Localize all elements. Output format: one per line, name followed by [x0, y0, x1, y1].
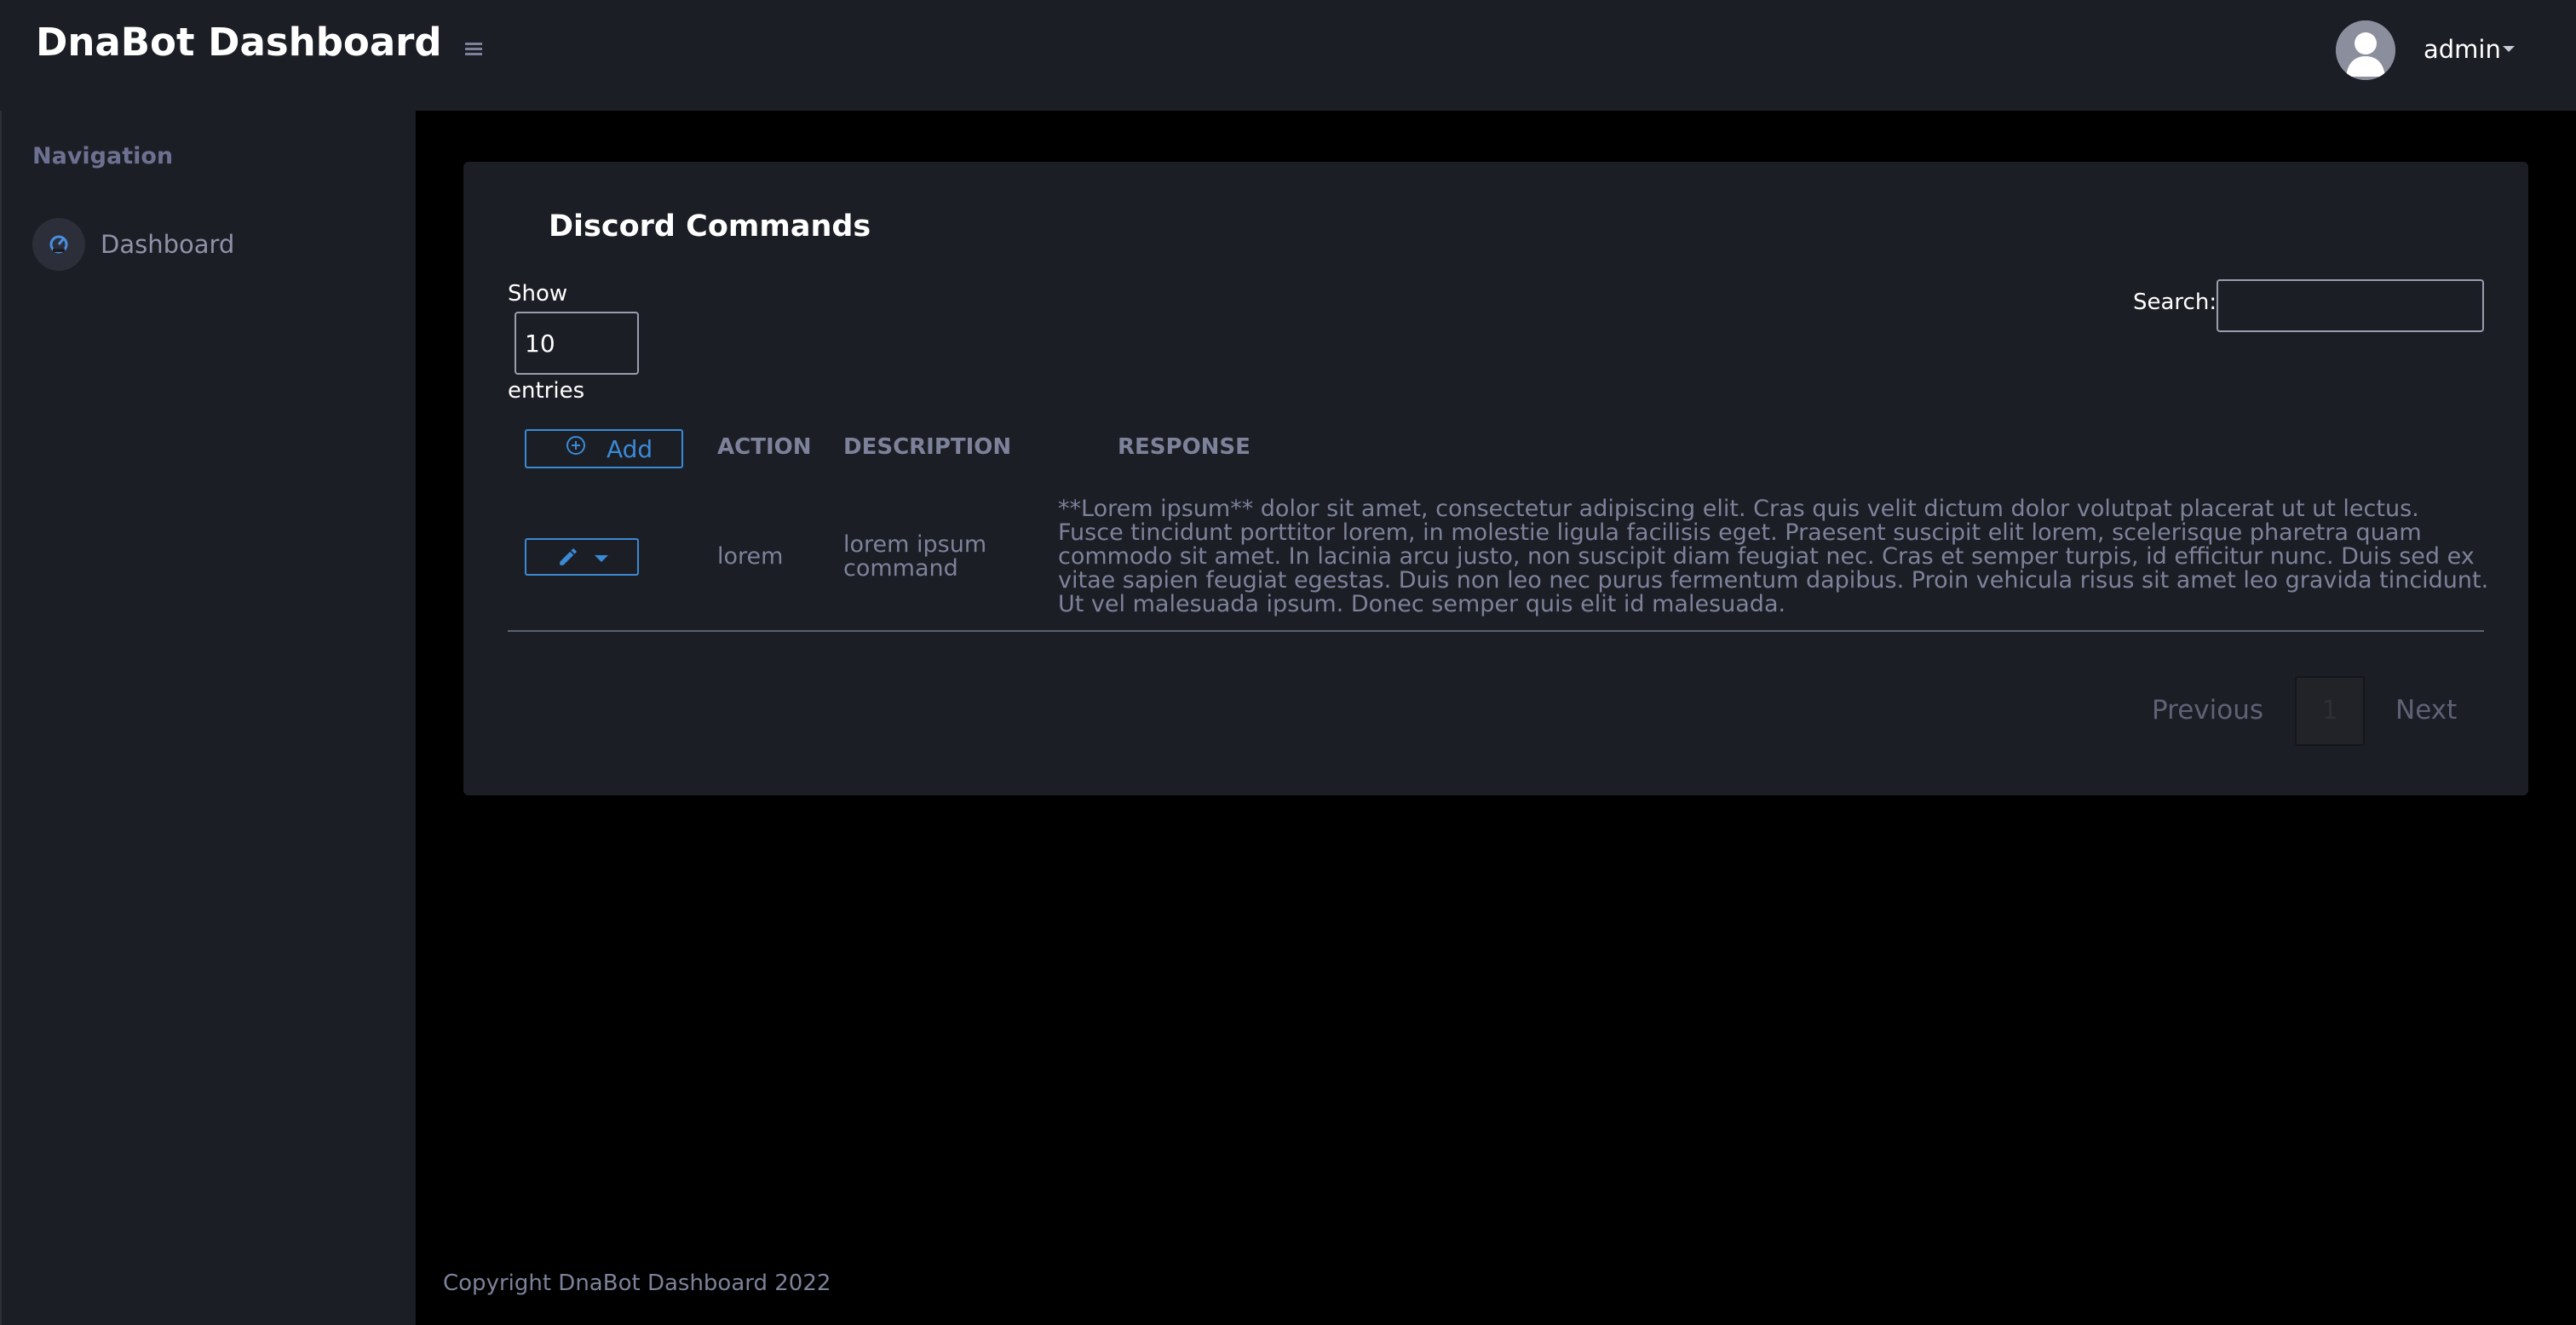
- card-title: Discord Commands: [549, 209, 871, 244]
- cell-response: **Lorem ipsum** dolor sit amet, consecte…: [1058, 496, 2489, 617]
- user-menu[interactable]: admin: [2336, 20, 2523, 80]
- cell-action: lorem: [717, 543, 784, 570]
- sidebar: Navigation Dashboard: [0, 111, 416, 1325]
- search-label: Search:: [2133, 290, 2217, 315]
- pagination-previous[interactable]: Previous: [2152, 695, 2263, 726]
- sidebar-item-dashboard[interactable]: Dashboard: [32, 218, 390, 272]
- cell-description: lorem ipsum command: [843, 531, 987, 582]
- speedometer-icon: [32, 218, 85, 271]
- add-button-label: Add: [607, 435, 653, 463]
- show-label: Show: [508, 281, 568, 307]
- row-divider: [508, 630, 2484, 632]
- plus-circle-icon: [566, 436, 585, 455]
- top-bar: DnaBot Dashboard admin: [0, 0, 2576, 111]
- pagination-next[interactable]: Next: [2395, 695, 2457, 726]
- username-label: admin: [2424, 35, 2501, 64]
- user-silhouette-icon: [2336, 20, 2395, 80]
- brand-title[interactable]: DnaBot Dashboard: [36, 17, 442, 68]
- sidebar-item-label: Dashboard: [101, 230, 235, 259]
- column-header-response[interactable]: RESPONSE: [1118, 434, 1251, 460]
- caret-down-icon: [2503, 46, 2515, 52]
- pencil-icon: [560, 548, 577, 565]
- footer-copyright: Copyright DnaBot Dashboard 2022: [443, 1271, 831, 1296]
- nav-heading: Navigation: [32, 143, 174, 169]
- commands-card: Discord Commands Show entries Search: Ad…: [463, 162, 2528, 795]
- column-header-description[interactable]: DESCRIPTION: [843, 434, 1011, 460]
- entries-per-page-input[interactable]: [515, 312, 639, 375]
- pagination-page-1[interactable]: 1: [2295, 676, 2365, 746]
- avatar: [2336, 20, 2395, 80]
- caret-down-icon: [595, 555, 608, 562]
- add-command-button[interactable]: Add: [525, 429, 683, 468]
- edit-dropdown-button[interactable]: [525, 538, 639, 576]
- search-input[interactable]: [2217, 279, 2484, 332]
- column-header-action[interactable]: ACTION: [717, 434, 811, 460]
- menu-toggle-icon[interactable]: [462, 38, 486, 59]
- entries-label: entries: [508, 378, 585, 404]
